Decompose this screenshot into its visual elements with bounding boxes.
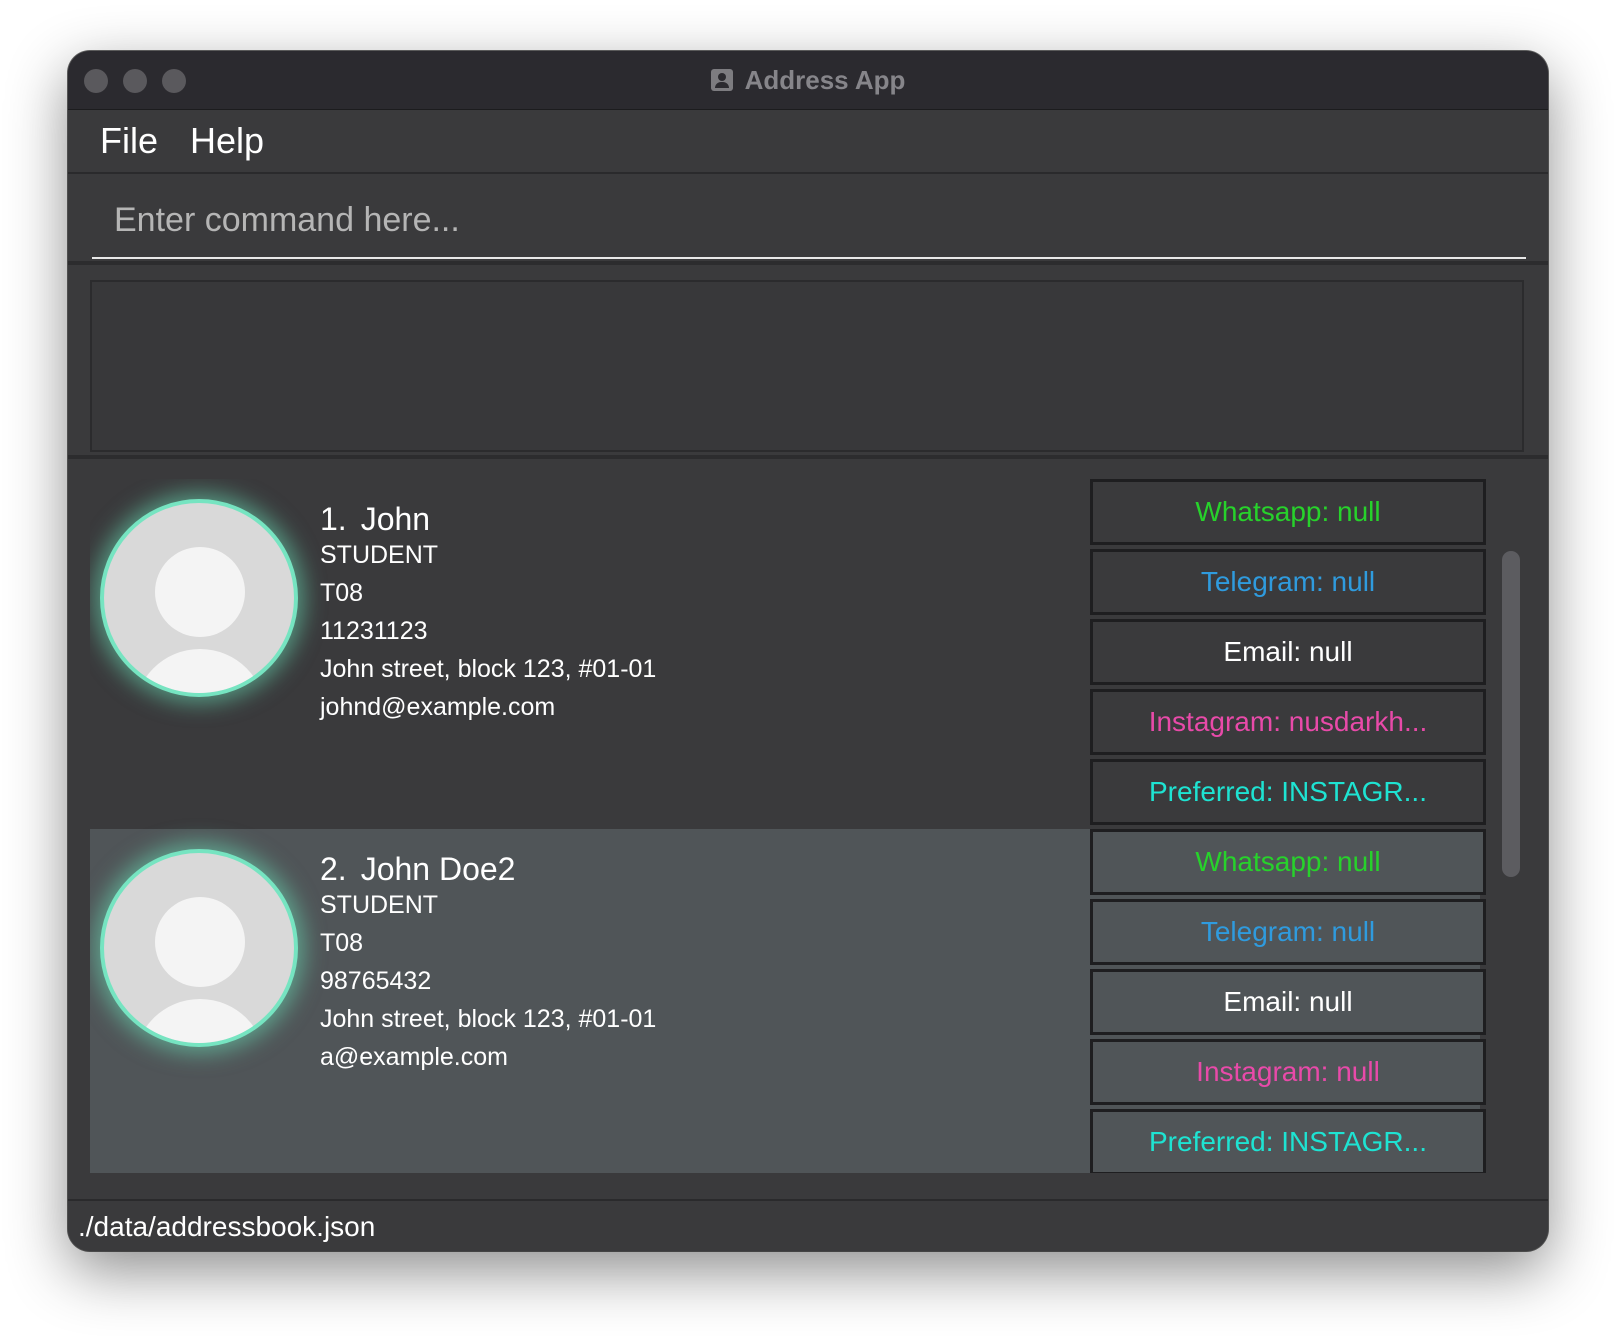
whatsapp-tag: Whatsapp: null <box>1090 479 1486 545</box>
person-card[interactable]: 2. John Doe2 STUDENT T08 98765432 John st… <box>90 829 1486 1173</box>
contact-tags: Whatsapp: null Telegram: null Email: nul… <box>1090 479 1486 829</box>
window-title: Address App <box>744 64 906 95</box>
avatar-head <box>155 897 245 987</box>
telegram-tag: Telegram: null <box>1090 899 1486 965</box>
window-title-group: Address App <box>68 51 1548 109</box>
person-address: John street, block 123, #01-01 <box>320 1005 657 1033</box>
result-divider <box>68 455 1548 459</box>
menu-help[interactable]: Help <box>190 120 264 162</box>
preferred-tag: Preferred: INSTAGR... <box>1090 759 1486 825</box>
avatar <box>100 849 298 1047</box>
person-details: 1. John STUDENT T08 11231123 John street,… <box>90 479 1090 829</box>
command-input[interactable] <box>92 183 1526 257</box>
person-tutorial: T08 <box>320 579 364 607</box>
save-location-path: ./data/addressbook.json <box>78 1211 376 1242</box>
title-bar: Address App <box>68 51 1548 110</box>
person-name-text: John Doe2 <box>360 851 516 887</box>
person-name: 2. John Doe2 <box>320 851 515 888</box>
contact-tags: Whatsapp: null Telegram: null Email: nul… <box>1090 829 1486 1173</box>
list-scrollbar[interactable] <box>1502 551 1520 877</box>
preferred-tag: Preferred: INSTAGR... <box>1090 1109 1486 1173</box>
person-list[interactable]: 1. John STUDENT T08 11231123 John street,… <box>90 479 1526 1173</box>
person-role: STUDENT <box>320 541 439 569</box>
person-name: 1. John <box>320 501 430 538</box>
person-address: John street, block 123, #01-01 <box>320 655 657 683</box>
person-card[interactable]: 1. John STUDENT T08 11231123 John street,… <box>90 479 1486 829</box>
person-email: johnd@example.com <box>320 693 556 721</box>
person-index: 2. <box>320 851 347 887</box>
person-email: a@example.com <box>320 1043 508 1071</box>
avatar-head <box>155 547 245 637</box>
status-bar: ./data/addressbook.json <box>68 1199 1548 1251</box>
whatsapp-tag: Whatsapp: null <box>1090 829 1486 895</box>
person-tutorial: T08 <box>320 929 364 957</box>
person-phone: 98765432 <box>320 967 432 995</box>
instagram-tag: Instagram: nusdarkh... <box>1090 689 1486 755</box>
person-index: 1. <box>320 501 347 537</box>
email-tag: Email: null <box>1090 619 1486 685</box>
person-details: 2. John Doe2 STUDENT T08 98765432 John st… <box>90 829 1090 1173</box>
person-role: STUDENT <box>320 891 439 919</box>
avatar <box>100 499 298 697</box>
contact-book-icon <box>710 69 733 91</box>
command-box <box>92 183 1526 259</box>
app-window: Address App File Help 1.John STUDENT T0 <box>68 51 1548 1251</box>
avatar-body <box>134 649 266 693</box>
menu-bar: File Help <box>68 110 1548 174</box>
person-phone: 11231123 <box>320 617 428 645</box>
person-name-text: John <box>360 501 431 537</box>
instagram-tag: Instagram: null <box>1090 1039 1486 1105</box>
result-display <box>90 280 1524 452</box>
command-divider <box>68 261 1548 265</box>
menu-file[interactable]: File <box>100 120 158 162</box>
telegram-tag: Telegram: null <box>1090 549 1486 615</box>
email-tag: Email: null <box>1090 969 1486 1035</box>
avatar-body <box>134 999 266 1043</box>
